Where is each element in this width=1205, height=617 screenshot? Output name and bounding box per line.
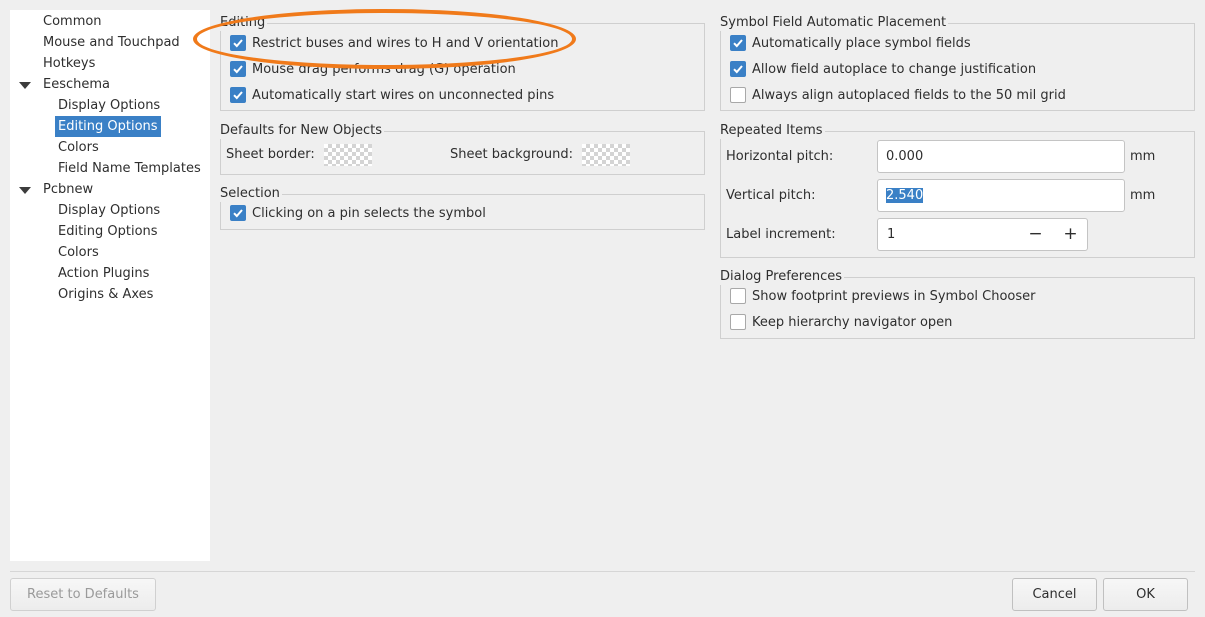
allow-justification-label: Allow field autoplace to change justific… xyxy=(752,61,1037,77)
tree-item-pcbnew-display-options[interactable]: Display Options xyxy=(55,200,163,221)
footprint-previews-label: Show footprint previews in Symbol Choose… xyxy=(752,288,1036,304)
vertical-pitch-value: 2.540 xyxy=(886,188,924,203)
auto-start-wires-checkbox[interactable] xyxy=(230,87,246,103)
cancel-button[interactable]: Cancel xyxy=(1012,578,1097,611)
tree-item-action-plugins[interactable]: Action Plugins xyxy=(55,263,152,284)
mouse-drag-label: Mouse drag performs drag (G) operation xyxy=(252,61,516,77)
horizontal-pitch-unit: mm xyxy=(1130,149,1156,164)
pin-selects-symbol-row[interactable]: Clicking on a pin selects the symbol xyxy=(230,203,486,223)
check-icon xyxy=(233,209,243,218)
auto-place-fields-checkbox[interactable] xyxy=(730,35,746,51)
reset-to-defaults-button[interactable]: Reset to Defaults xyxy=(10,578,156,611)
pin-selects-symbol-label: Clicking on a pin selects the symbol xyxy=(252,205,486,221)
ok-button[interactable]: OK xyxy=(1103,578,1188,611)
align-50mil-checkbox[interactable] xyxy=(730,87,746,103)
tree-item-eeschema-display-options[interactable]: Display Options xyxy=(55,95,163,116)
restrict-hv-label: Restrict buses and wires to H and V orie… xyxy=(252,35,559,51)
tree-item-mouse-touchpad[interactable]: Mouse and Touchpad xyxy=(40,32,183,53)
field-placement-group-title: Symbol Field Automatic Placement xyxy=(720,15,949,31)
pin-selects-symbol-checkbox[interactable] xyxy=(230,205,246,221)
decrement-button[interactable]: − xyxy=(1018,219,1053,250)
vertical-pitch-input[interactable]: 2.540 xyxy=(877,179,1125,212)
auto-place-fields-row[interactable]: Automatically place symbol fields xyxy=(730,33,971,53)
auto-place-fields-label: Automatically place symbol fields xyxy=(752,35,971,51)
separator xyxy=(10,571,1195,572)
hierarchy-navigator-checkbox[interactable] xyxy=(730,314,746,330)
check-icon xyxy=(733,39,743,48)
tree-item-eeschema-colors[interactable]: Colors xyxy=(55,137,102,158)
tree-item-eeschema[interactable]: Eeschema xyxy=(40,74,113,95)
tree-item-common[interactable]: Common xyxy=(40,11,105,32)
vertical-pitch-unit: mm xyxy=(1130,188,1156,203)
sheet-background-color-swatch[interactable] xyxy=(582,144,630,166)
footprint-previews-checkbox[interactable] xyxy=(730,288,746,304)
repeated-items-group-title: Repeated Items xyxy=(720,123,825,139)
allow-justification-checkbox[interactable] xyxy=(730,61,746,77)
preferences-tree[interactable]: Common Mouse and Touchpad Hotkeys Eesche… xyxy=(10,10,210,561)
dialog-preferences-group-title: Dialog Preferences xyxy=(720,269,844,285)
defaults-group-title: Defaults for New Objects xyxy=(220,123,385,139)
tree-item-hotkeys[interactable]: Hotkeys xyxy=(40,53,98,74)
sheet-border-color-swatch[interactable] xyxy=(324,144,372,166)
label-increment-spinner[interactable]: 1 − + xyxy=(877,218,1088,251)
hierarchy-navigator-row[interactable]: Keep hierarchy navigator open xyxy=(730,312,952,332)
align-50mil-row[interactable]: Always align autoplaced fields to the 50… xyxy=(730,85,1066,105)
minus-icon: − xyxy=(1028,224,1043,244)
auto-start-wires-row[interactable]: Automatically start wires on unconnected… xyxy=(230,85,554,105)
increment-button[interactable]: + xyxy=(1053,219,1087,250)
horizontal-pitch-input[interactable]: 0.000 xyxy=(877,140,1125,173)
tree-item-pcbnew[interactable]: Pcbnew xyxy=(40,179,96,200)
tree-item-origins-axes[interactable]: Origins & Axes xyxy=(55,284,156,305)
mouse-drag-row[interactable]: Mouse drag performs drag (G) operation xyxy=(230,59,516,79)
align-50mil-label: Always align autoplaced fields to the 50… xyxy=(752,87,1066,103)
check-icon xyxy=(233,39,243,48)
restrict-hv-row[interactable]: Restrict buses and wires to H and V orie… xyxy=(230,33,558,53)
tree-item-pcbnew-colors[interactable]: Colors xyxy=(55,242,102,263)
label-increment-value: 1 xyxy=(887,227,896,242)
restrict-hv-checkbox[interactable] xyxy=(230,35,246,51)
expand-arrow-icon[interactable] xyxy=(19,187,31,194)
auto-start-wires-label: Automatically start wires on unconnected… xyxy=(252,87,555,103)
check-icon xyxy=(733,65,743,74)
label-increment-label: Label increment: xyxy=(726,227,836,242)
expand-arrow-icon[interactable] xyxy=(19,82,31,89)
selection-group-title: Selection xyxy=(220,186,282,202)
horizontal-pitch-value: 0.000 xyxy=(886,149,924,164)
hierarchy-navigator-label: Keep hierarchy navigator open xyxy=(752,314,953,330)
tree-item-pcbnew-editing-options[interactable]: Editing Options xyxy=(55,221,161,242)
mouse-drag-checkbox[interactable] xyxy=(230,61,246,77)
editing-group-title: Editing xyxy=(220,15,268,31)
check-icon xyxy=(233,65,243,74)
horizontal-pitch-label: Horizontal pitch: xyxy=(726,149,834,164)
vertical-pitch-label: Vertical pitch: xyxy=(726,188,816,203)
footprint-previews-row[interactable]: Show footprint previews in Symbol Choose… xyxy=(730,286,1036,306)
check-icon xyxy=(233,91,243,100)
sheet-border-label: Sheet border: xyxy=(226,147,315,162)
tree-item-eeschema-editing-options[interactable]: Editing Options xyxy=(55,116,161,137)
allow-justification-row[interactable]: Allow field autoplace to change justific… xyxy=(730,59,1036,79)
plus-icon: + xyxy=(1063,224,1078,244)
tree-item-field-name-templates[interactable]: Field Name Templates xyxy=(55,158,204,179)
sheet-background-label: Sheet background: xyxy=(450,147,573,162)
